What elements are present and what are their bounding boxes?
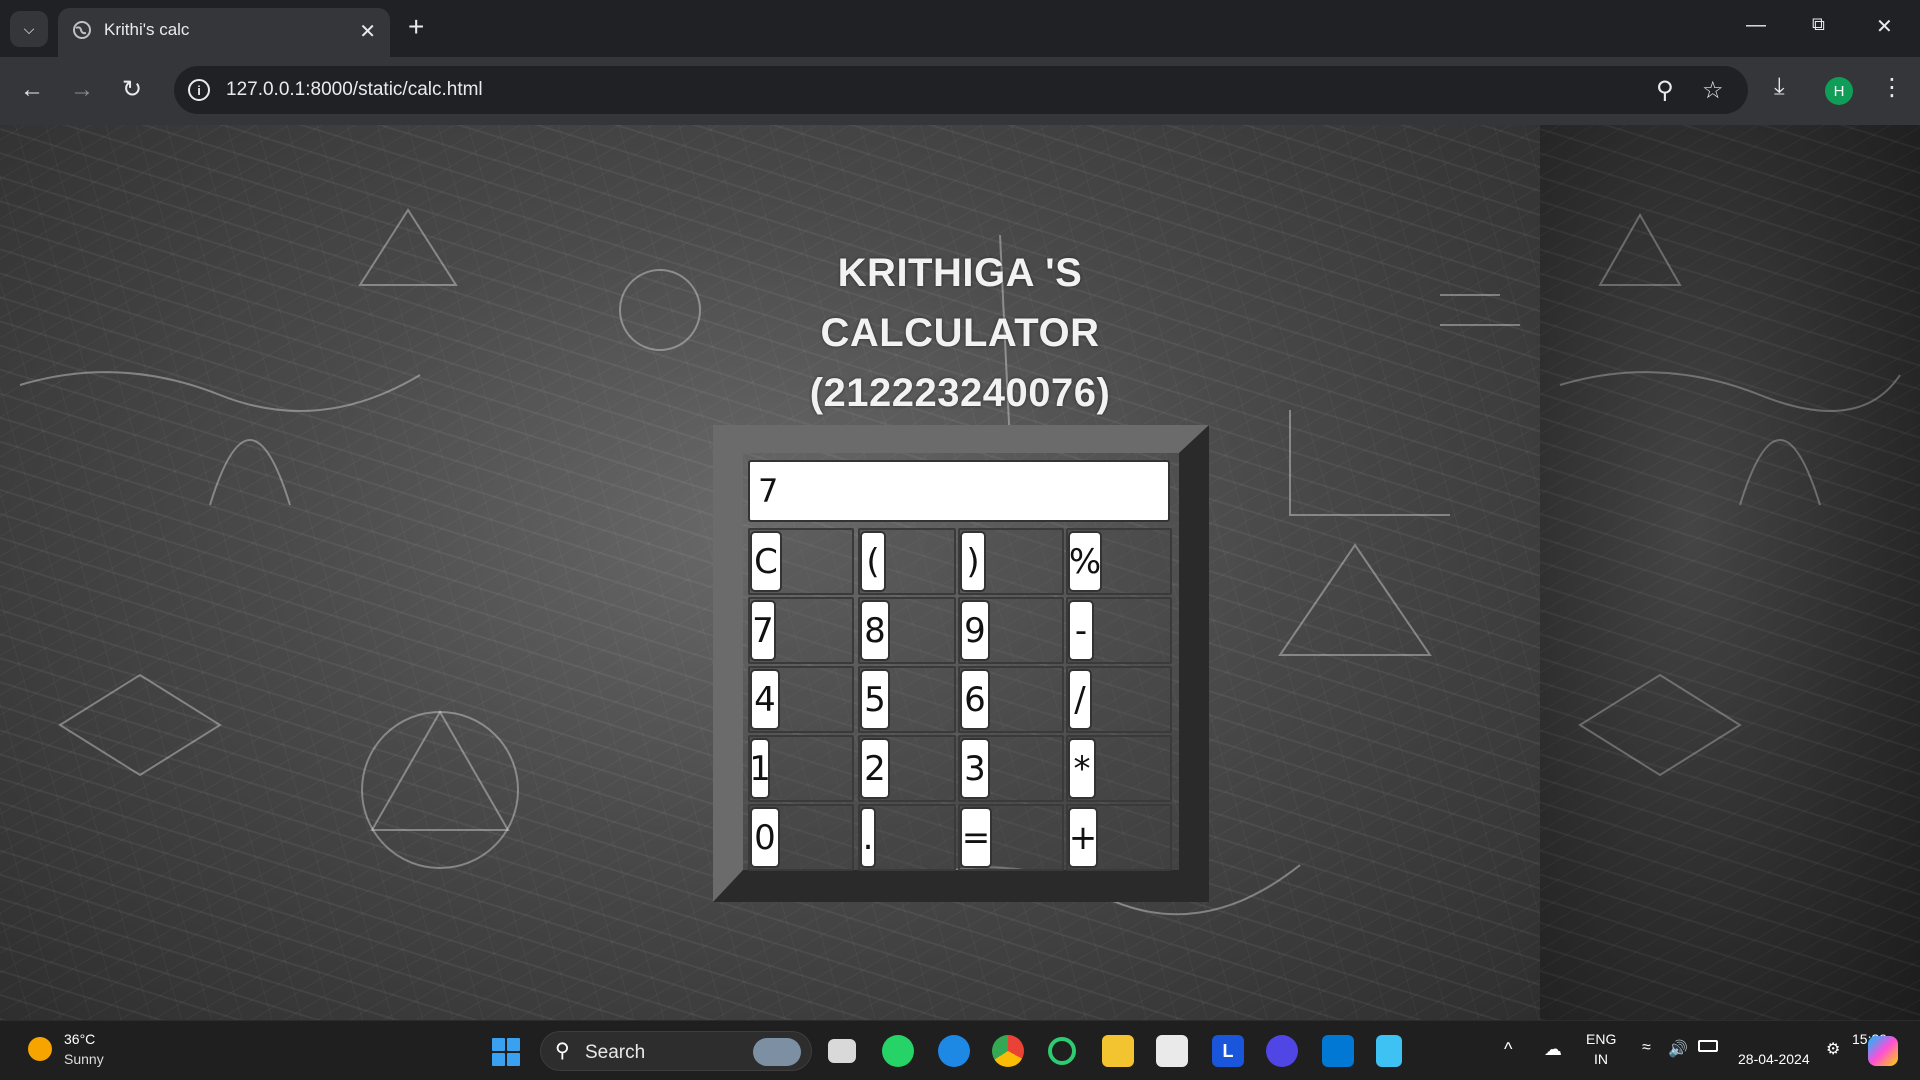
open-paren-button[interactable]: (	[860, 531, 886, 592]
equals-button[interactable]: =	[960, 807, 992, 868]
active-tab[interactable]: Krithi's calc ✕	[58, 8, 390, 57]
page-title: KRITHIGA 'S CALCULATOR (212223240076)	[760, 243, 1160, 423]
page-viewport: KRITHIGA 'S CALCULATOR (212223240076) 7 …	[0, 125, 1920, 1020]
minus-button[interactable]: -	[1068, 600, 1094, 661]
address-bar[interactable]: i 127.0.0.1:8000/static/calc.html ⚲ ☆	[174, 66, 1748, 114]
decimal-button[interactable]: .	[860, 807, 876, 868]
chrome-icon[interactable]	[992, 1035, 1024, 1067]
windows-logo-icon	[492, 1038, 505, 1051]
chevron-down-icon: ⌵	[23, 20, 35, 37]
restore-icon[interactable]: ⧉	[1812, 14, 1825, 35]
plus-button[interactable]: +	[1068, 807, 1098, 868]
digit-6-button[interactable]: 6	[960, 669, 990, 730]
battery-icon[interactable]	[1698, 1040, 1718, 1052]
start-button[interactable]	[492, 1038, 520, 1066]
sun-icon[interactable]	[28, 1037, 52, 1061]
divide-button[interactable]: /	[1068, 669, 1092, 730]
app-l-icon[interactable]: L	[1212, 1035, 1244, 1067]
settings-gear-icon[interactable]: ⚙	[1826, 1039, 1840, 1059]
search-label: Search	[585, 1042, 646, 1063]
close-tab-icon[interactable]: ✕	[359, 19, 376, 44]
taskbar: 36°C Sunny ⚲ Search L ^ ☁ ENG IN ≈ 🔊 15:…	[0, 1020, 1920, 1080]
chevron-up-icon[interactable]: ^	[1504, 1039, 1512, 1060]
weather-temperature[interactable]: 36°C	[64, 1031, 95, 1047]
language-top[interactable]: ENG	[1586, 1031, 1616, 1047]
vscode-icon[interactable]	[1322, 1035, 1354, 1067]
edge-icon[interactable]	[938, 1035, 970, 1067]
digit-7-button[interactable]: 7	[750, 600, 776, 661]
taskbar-search[interactable]: ⚲ Search	[540, 1031, 812, 1071]
tab-strip: ⌵ Krithi's calc ✕ + — ⧉ ✕	[0, 0, 1920, 57]
notepad-icon[interactable]	[1376, 1035, 1402, 1067]
onedrive-icon[interactable]: ☁	[1544, 1039, 1562, 1060]
digit-9-button[interactable]: 9	[960, 600, 990, 661]
back-icon[interactable]: ←	[20, 77, 44, 103]
wifi-icon[interactable]: ≈	[1642, 1039, 1651, 1057]
browser-toolbar: ← → ↻ i 127.0.0.1:8000/static/calc.html …	[0, 57, 1920, 125]
multiply-button[interactable]: *	[1068, 738, 1096, 799]
site-info-icon[interactable]: i	[188, 79, 210, 101]
zoom-icon[interactable]: ⚲	[1656, 76, 1674, 105]
bookmark-star-icon[interactable]: ☆	[1702, 76, 1724, 105]
minimize-icon[interactable]: —	[1746, 14, 1766, 37]
clock-date[interactable]: 28-04-2024	[1738, 1051, 1810, 1067]
percent-button[interactable]: %	[1068, 531, 1102, 592]
task-view-icon[interactable]	[828, 1039, 856, 1063]
reload-icon[interactable]: ↻	[122, 77, 142, 103]
digit-4-button[interactable]: 4	[750, 669, 780, 730]
sync-app-icon[interactable]	[1048, 1037, 1076, 1065]
weather-condition[interactable]: Sunny	[64, 1051, 104, 1067]
url-text[interactable]: 127.0.0.1:8000/static/calc.html	[226, 79, 483, 101]
clear-button[interactable]: C	[750, 531, 782, 592]
file-explorer-icon[interactable]	[1102, 1035, 1134, 1067]
calculator-display[interactable]: 7	[748, 460, 1170, 522]
profile-avatar[interactable]: H	[1825, 77, 1853, 105]
tab-title: Krithi's calc	[104, 20, 190, 39]
language-bottom[interactable]: IN	[1594, 1051, 1608, 1067]
title-line-calculator: CALCULATOR	[820, 311, 1100, 355]
digit-5-button[interactable]: 5	[860, 669, 890, 730]
forward-icon[interactable]: →	[70, 77, 94, 103]
download-icon[interactable]: ⤓	[1774, 73, 1785, 101]
digit-8-button[interactable]: 8	[860, 600, 890, 661]
microsoft-store-icon[interactable]	[1156, 1035, 1188, 1067]
digit-2-button[interactable]: 2	[860, 738, 890, 799]
digit-3-button[interactable]: 3	[960, 738, 990, 799]
title-line-id: (212223240076)	[809, 371, 1111, 415]
tab-search-button[interactable]: ⌵	[10, 11, 48, 47]
digit-0-button[interactable]: 0	[750, 807, 780, 868]
chalkboard-background-tile	[1540, 125, 1920, 1020]
proton-vpn-icon[interactable]	[1266, 1035, 1298, 1067]
search-highlight-icon	[753, 1038, 801, 1066]
whatsapp-icon[interactable]	[882, 1035, 914, 1067]
digit-1-button[interactable]: 1	[749, 738, 771, 799]
chalk-sketches-tile	[1559, 212, 1901, 777]
new-tab-button[interactable]: +	[408, 12, 424, 42]
copilot-icon[interactable]	[1868, 1036, 1898, 1066]
close-paren-button[interactable]: )	[960, 531, 986, 592]
search-icon: ⚲	[555, 1040, 570, 1062]
volume-icon[interactable]: 🔊	[1668, 1039, 1688, 1059]
globe-icon	[73, 21, 91, 39]
more-menu-icon[interactable]: ⋮	[1880, 73, 1904, 102]
close-window-icon[interactable]: ✕	[1876, 14, 1893, 39]
title-line-name: KRITHIGA 'S	[837, 251, 1083, 295]
